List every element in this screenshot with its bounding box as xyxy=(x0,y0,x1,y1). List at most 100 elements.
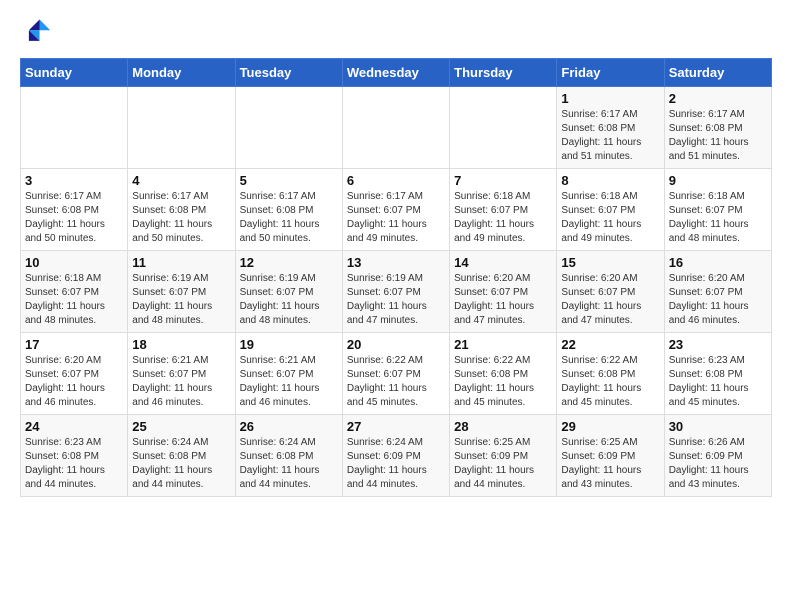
calendar-cell: 20 Sunrise: 6:22 AM Sunset: 6:07 PM Dayli… xyxy=(342,333,449,415)
day-number: 12 xyxy=(240,255,338,270)
calendar-cell: 19 Sunrise: 6:21 AM Sunset: 6:07 PM Dayli… xyxy=(235,333,342,415)
day-number: 4 xyxy=(132,173,230,188)
day-info: Sunrise: 6:21 AM Sunset: 6:07 PM Dayligh… xyxy=(240,354,338,410)
day-number: 23 xyxy=(669,337,767,352)
calendar-cell: 3 Sunrise: 6:17 AM Sunset: 6:08 PM Daylig… xyxy=(21,169,128,251)
day-info: Sunrise: 6:17 AM Sunset: 6:08 PM Dayligh… xyxy=(25,190,123,246)
day-info: Sunrise: 6:17 AM Sunset: 6:08 PM Dayligh… xyxy=(669,108,767,164)
week-row-0: 1 Sunrise: 6:17 AM Sunset: 6:08 PM Daylig… xyxy=(21,87,772,169)
weekday-header-sunday: Sunday xyxy=(21,59,128,87)
day-number: 25 xyxy=(132,419,230,434)
calendar-cell: 4 Sunrise: 6:17 AM Sunset: 6:08 PM Daylig… xyxy=(128,169,235,251)
day-info: Sunrise: 6:23 AM Sunset: 6:08 PM Dayligh… xyxy=(669,354,767,410)
day-number: 3 xyxy=(25,173,123,188)
day-info: Sunrise: 6:22 AM Sunset: 6:08 PM Dayligh… xyxy=(454,354,552,410)
day-info: Sunrise: 6:22 AM Sunset: 6:07 PM Dayligh… xyxy=(347,354,445,410)
calendar-cell xyxy=(235,87,342,169)
day-info: Sunrise: 6:26 AM Sunset: 6:09 PM Dayligh… xyxy=(669,436,767,492)
calendar-cell: 21 Sunrise: 6:22 AM Sunset: 6:08 PM Dayli… xyxy=(450,333,557,415)
calendar-cell: 30 Sunrise: 6:26 AM Sunset: 6:09 PM Dayli… xyxy=(664,415,771,497)
calendar-cell: 26 Sunrise: 6:24 AM Sunset: 6:08 PM Dayli… xyxy=(235,415,342,497)
calendar-cell xyxy=(128,87,235,169)
calendar-cell xyxy=(342,87,449,169)
calendar-cell xyxy=(450,87,557,169)
calendar-cell: 11 Sunrise: 6:19 AM Sunset: 6:07 PM Dayli… xyxy=(128,251,235,333)
week-row-1: 3 Sunrise: 6:17 AM Sunset: 6:08 PM Daylig… xyxy=(21,169,772,251)
weekday-header-monday: Monday xyxy=(128,59,235,87)
calendar-cell: 24 Sunrise: 6:23 AM Sunset: 6:08 PM Dayli… xyxy=(21,415,128,497)
logo-icon xyxy=(20,16,52,48)
calendar-cell: 14 Sunrise: 6:20 AM Sunset: 6:07 PM Dayli… xyxy=(450,251,557,333)
day-info: Sunrise: 6:20 AM Sunset: 6:07 PM Dayligh… xyxy=(454,272,552,328)
calendar-cell: 13Sunrise: 6:19 AM Sunset: 6:07 PM Dayli… xyxy=(342,251,449,333)
calendar-cell: 8 Sunrise: 6:18 AM Sunset: 6:07 PM Daylig… xyxy=(557,169,664,251)
day-number: 30 xyxy=(669,419,767,434)
header xyxy=(20,16,772,48)
day-info: Sunrise: 6:18 AM Sunset: 6:07 PM Dayligh… xyxy=(561,190,659,246)
calendar-cell: 5 Sunrise: 6:17 AM Sunset: 6:08 PM Daylig… xyxy=(235,169,342,251)
day-info: Sunrise: 6:20 AM Sunset: 6:07 PM Dayligh… xyxy=(25,354,123,410)
calendar-cell: 16 Sunrise: 6:20 AM Sunset: 6:07 PM Dayli… xyxy=(664,251,771,333)
day-number: 17 xyxy=(25,337,123,352)
calendar-cell: 9Sunrise: 6:18 AM Sunset: 6:07 PM Daylig… xyxy=(664,169,771,251)
weekday-header-tuesday: Tuesday xyxy=(235,59,342,87)
calendar-cell: 12 Sunrise: 6:19 AM Sunset: 6:07 PM Dayli… xyxy=(235,251,342,333)
day-number: 1 xyxy=(561,91,659,106)
day-info: Sunrise: 6:24 AM Sunset: 6:09 PM Dayligh… xyxy=(347,436,445,492)
calendar-table: SundayMondayTuesdayWednesdayThursdayFrid… xyxy=(20,58,772,497)
day-info: Sunrise: 6:19 AM Sunset: 6:07 PM Dayligh… xyxy=(132,272,230,328)
day-info: Sunrise: 6:25 AM Sunset: 6:09 PM Dayligh… xyxy=(454,436,552,492)
day-info: Sunrise: 6:23 AM Sunset: 6:08 PM Dayligh… xyxy=(25,436,123,492)
day-number: 18 xyxy=(132,337,230,352)
logo xyxy=(20,16,56,48)
calendar-cell: 27 Sunrise: 6:24 AM Sunset: 6:09 PM Dayli… xyxy=(342,415,449,497)
day-info: Sunrise: 6:22 AM Sunset: 6:08 PM Dayligh… xyxy=(561,354,659,410)
day-number: 20 xyxy=(347,337,445,352)
week-row-3: 17 Sunrise: 6:20 AM Sunset: 6:07 PM Dayli… xyxy=(21,333,772,415)
day-info: Sunrise: 6:19 AM Sunset: 6:07 PM Dayligh… xyxy=(240,272,338,328)
calendar-cell: 22 Sunrise: 6:22 AM Sunset: 6:08 PM Dayli… xyxy=(557,333,664,415)
day-number: 14 xyxy=(454,255,552,270)
calendar-cell: 6 Sunrise: 6:17 AM Sunset: 6:07 PM Daylig… xyxy=(342,169,449,251)
day-info: Sunrise: 6:17 AM Sunset: 6:08 PM Dayligh… xyxy=(132,190,230,246)
day-number: 24 xyxy=(25,419,123,434)
calendar-cell: 28 Sunrise: 6:25 AM Sunset: 6:09 PM Dayli… xyxy=(450,415,557,497)
week-row-4: 24 Sunrise: 6:23 AM Sunset: 6:08 PM Dayli… xyxy=(21,415,772,497)
day-info: Sunrise: 6:21 AM Sunset: 6:07 PM Dayligh… xyxy=(132,354,230,410)
day-info: Sunrise: 6:18 AM Sunset: 6:07 PM Dayligh… xyxy=(454,190,552,246)
week-row-2: 10Sunrise: 6:18 AM Sunset: 6:07 PM Dayli… xyxy=(21,251,772,333)
day-info: Sunrise: 6:20 AM Sunset: 6:07 PM Dayligh… xyxy=(561,272,659,328)
day-info: Sunrise: 6:18 AM Sunset: 6:07 PM Dayligh… xyxy=(25,272,123,328)
day-number: 26 xyxy=(240,419,338,434)
day-number: 28 xyxy=(454,419,552,434)
calendar-cell: 23 Sunrise: 6:23 AM Sunset: 6:08 PM Dayli… xyxy=(664,333,771,415)
day-number: 22 xyxy=(561,337,659,352)
calendar-cell: 10Sunrise: 6:18 AM Sunset: 6:07 PM Dayli… xyxy=(21,251,128,333)
day-info: Sunrise: 6:18 AM Sunset: 6:07 PM Dayligh… xyxy=(669,190,767,246)
day-number: 21 xyxy=(454,337,552,352)
calendar-cell: 7Sunrise: 6:18 AM Sunset: 6:07 PM Daylig… xyxy=(450,169,557,251)
calendar-cell: 15 Sunrise: 6:20 AM Sunset: 6:07 PM Dayli… xyxy=(557,251,664,333)
day-number: 5 xyxy=(240,173,338,188)
calendar-cell: 2 Sunrise: 6:17 AM Sunset: 6:08 PM Daylig… xyxy=(664,87,771,169)
day-number: 27 xyxy=(347,419,445,434)
page-container: SundayMondayTuesdayWednesdayThursdayFrid… xyxy=(0,0,792,513)
day-number: 16 xyxy=(669,255,767,270)
day-info: Sunrise: 6:20 AM Sunset: 6:07 PM Dayligh… xyxy=(669,272,767,328)
day-number: 11 xyxy=(132,255,230,270)
day-number: 15 xyxy=(561,255,659,270)
day-info: Sunrise: 6:17 AM Sunset: 6:07 PM Dayligh… xyxy=(347,190,445,246)
day-number: 2 xyxy=(669,91,767,106)
calendar-cell: 29Sunrise: 6:25 AM Sunset: 6:09 PM Dayli… xyxy=(557,415,664,497)
weekday-header-row: SundayMondayTuesdayWednesdayThursdayFrid… xyxy=(21,59,772,87)
weekday-header-wednesday: Wednesday xyxy=(342,59,449,87)
day-info: Sunrise: 6:17 AM Sunset: 6:08 PM Dayligh… xyxy=(240,190,338,246)
calendar-cell: 18 Sunrise: 6:21 AM Sunset: 6:07 PM Dayli… xyxy=(128,333,235,415)
day-info: Sunrise: 6:24 AM Sunset: 6:08 PM Dayligh… xyxy=(240,436,338,492)
calendar-cell: 25 Sunrise: 6:24 AM Sunset: 6:08 PM Dayli… xyxy=(128,415,235,497)
weekday-header-friday: Friday xyxy=(557,59,664,87)
day-number: 6 xyxy=(347,173,445,188)
day-number: 19 xyxy=(240,337,338,352)
day-number: 8 xyxy=(561,173,659,188)
day-info: Sunrise: 6:24 AM Sunset: 6:08 PM Dayligh… xyxy=(132,436,230,492)
